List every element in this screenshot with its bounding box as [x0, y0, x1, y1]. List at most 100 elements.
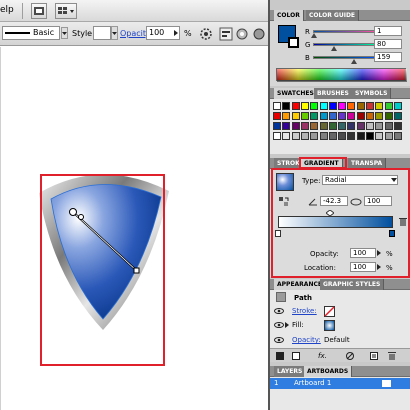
- graphic-style-dropdown[interactable]: [111, 26, 118, 40]
- clear-icon[interactable]: [346, 352, 354, 360]
- swatch[interactable]: [300, 102, 309, 110]
- swatch[interactable]: [347, 122, 356, 130]
- swatch[interactable]: [338, 102, 347, 110]
- expand-arrow-icon[interactable]: [284, 322, 290, 328]
- swatch[interactable]: [375, 122, 384, 130]
- swatch[interactable]: [282, 102, 291, 110]
- swatch[interactable]: [338, 132, 347, 140]
- transform-icon[interactable]: [235, 26, 249, 42]
- stroke-swatch[interactable]: [288, 37, 299, 48]
- swatch[interactable]: [366, 132, 374, 140]
- swatch[interactable]: [300, 122, 309, 130]
- swatch[interactable]: [393, 132, 402, 140]
- new-art-icon[interactable]: [276, 352, 284, 360]
- swatch[interactable]: [393, 112, 402, 120]
- tab-appearance[interactable]: APPEARANCE: [274, 279, 326, 290]
- channel-b-thumb[interactable]: [351, 59, 357, 64]
- tab-swatches[interactable]: SWATCHES: [274, 88, 318, 99]
- swatch[interactable]: [328, 112, 337, 120]
- swatch[interactable]: [384, 112, 393, 120]
- swatch[interactable]: [375, 112, 384, 120]
- swatch[interactable]: [310, 112, 319, 120]
- artboard-options-icon[interactable]: [382, 380, 391, 387]
- stroke-profile-dropdown[interactable]: [61, 27, 68, 39]
- swatch[interactable]: [356, 122, 365, 130]
- swatch[interactable]: [273, 122, 281, 130]
- swatch[interactable]: [300, 112, 309, 120]
- swatch[interactable]: [319, 122, 328, 130]
- tab-graphic-styles[interactable]: GRAPHIC STYLES: [320, 279, 385, 290]
- artboard-row[interactable]: 1 Artboard 1: [270, 378, 410, 389]
- channel-r-slider[interactable]: [313, 30, 378, 33]
- visibility-eye-icon[interactable]: [274, 336, 284, 344]
- swatch[interactable]: [282, 112, 291, 120]
- tab-color[interactable]: COLOR: [274, 10, 304, 21]
- duplicate-item-icon[interactable]: [370, 352, 378, 360]
- visibility-eye-icon[interactable]: [274, 307, 284, 315]
- align-icon[interactable]: [218, 26, 234, 42]
- swatch[interactable]: [282, 122, 291, 130]
- swatch[interactable]: [384, 102, 393, 110]
- swatch[interactable]: [375, 132, 384, 140]
- swatch[interactable]: [291, 132, 300, 140]
- swatch[interactable]: [273, 112, 281, 120]
- channel-g-input[interactable]: 80: [374, 39, 402, 49]
- gradient-end-handle[interactable]: [133, 267, 140, 274]
- swatch[interactable]: [328, 132, 337, 140]
- gradient-origin-handle[interactable]: [69, 208, 77, 216]
- swatch[interactable]: [273, 132, 281, 140]
- shield-artwork[interactable]: [1, 47, 269, 410]
- swatch[interactable]: [393, 122, 402, 130]
- tab-brushes[interactable]: BRUSHES: [314, 88, 353, 99]
- swatch[interactable]: [310, 132, 319, 140]
- swatch[interactable]: [300, 132, 309, 140]
- isolate-icon[interactable]: [251, 26, 267, 42]
- stroke-link[interactable]: Stroke:: [292, 307, 317, 315]
- fx-icon[interactable]: fx.: [318, 352, 327, 360]
- swatch[interactable]: [310, 102, 319, 110]
- no-stroke-icon[interactable]: [324, 306, 335, 317]
- swatch[interactable]: [356, 132, 365, 140]
- swatch[interactable]: [347, 102, 356, 110]
- swatch[interactable]: [366, 112, 374, 120]
- clear-appearance-icon[interactable]: [292, 352, 300, 360]
- swatch[interactable]: [338, 112, 347, 120]
- tab-color-guide[interactable]: COLOR GUIDE: [306, 10, 360, 21]
- swatch[interactable]: [366, 122, 374, 130]
- swatch[interactable]: [282, 132, 291, 140]
- stroke-profile-field[interactable]: Basic: [2, 26, 60, 40]
- artboard-canvas[interactable]: [0, 47, 268, 410]
- channel-g-thumb[interactable]: [331, 46, 337, 51]
- swatch[interactable]: [338, 122, 347, 130]
- tab-symbols[interactable]: SYMBOLS: [352, 88, 392, 99]
- channel-b-input[interactable]: 159: [374, 52, 402, 62]
- swatch[interactable]: [366, 102, 374, 110]
- swatch[interactable]: [384, 132, 393, 140]
- swatch[interactable]: [328, 102, 337, 110]
- swatch[interactable]: [291, 122, 300, 130]
- swatch[interactable]: [328, 122, 337, 130]
- opacity-dropdown[interactable]: [173, 27, 179, 39]
- color-spectrum[interactable]: [276, 68, 407, 82]
- graphic-style-field[interactable]: [93, 26, 111, 40]
- swatch[interactable]: [310, 122, 319, 130]
- opacity-appearance-link[interactable]: Opacity:: [292, 336, 321, 344]
- menu-help[interactable]: elp: [0, 5, 14, 15]
- swatch[interactable]: [319, 132, 328, 140]
- swatch[interactable]: [375, 102, 384, 110]
- gradient-midpoint-handle[interactable]: [78, 214, 84, 220]
- swatch[interactable]: [384, 122, 393, 130]
- swatch[interactable]: [273, 102, 281, 110]
- channel-r-input[interactable]: 1: [374, 26, 402, 36]
- trash-icon[interactable]: [388, 352, 396, 360]
- channel-b-slider[interactable]: [313, 56, 378, 59]
- swatch[interactable]: [356, 102, 365, 110]
- channel-g-slider[interactable]: [313, 43, 378, 46]
- recolor-artwork-icon[interactable]: [198, 26, 214, 42]
- bridge-button[interactable]: [31, 3, 47, 19]
- visibility-eye-icon[interactable]: [274, 321, 284, 329]
- swatch[interactable]: [319, 112, 328, 120]
- swatch[interactable]: [347, 132, 356, 140]
- swatch[interactable]: [356, 112, 365, 120]
- fill-gradient-swatch[interactable]: [324, 320, 335, 331]
